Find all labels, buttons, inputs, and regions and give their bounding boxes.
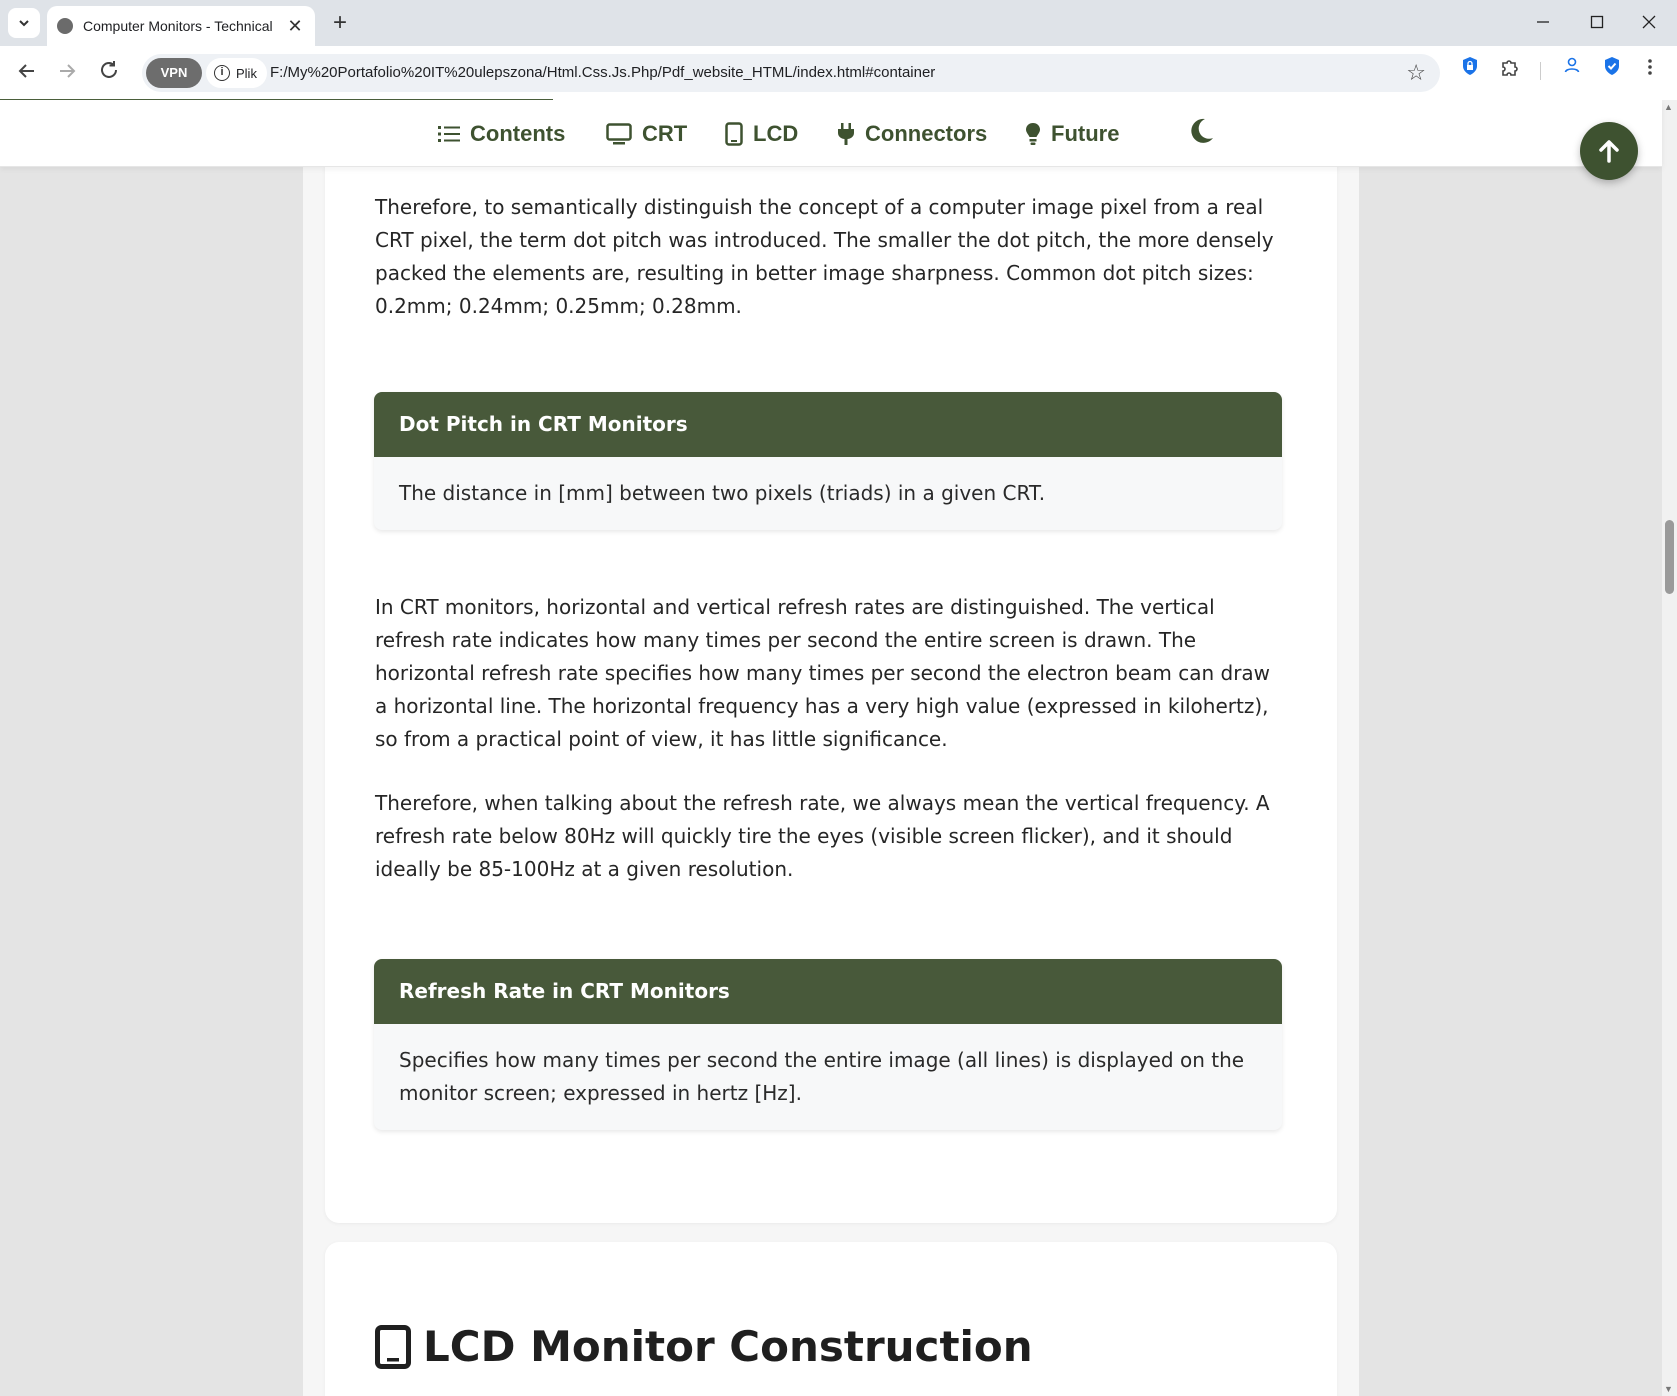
info-icon: i (214, 65, 230, 81)
definition-body: The distance in [mm] between two pixels … (399, 481, 1046, 505)
maximize-icon (1590, 15, 1604, 29)
refresh-rate-paragraph: In CRT monitors, horizontal and vertical… (375, 595, 1271, 751)
vertical-frequency-paragraph: Therefore, when talking about the refres… (375, 791, 1270, 881)
tab-title: Computer Monitors - Technical Ov (83, 18, 278, 34)
desktop-icon (606, 123, 632, 145)
toolbar-divider (1540, 62, 1541, 80)
vpn-chip[interactable]: VPN (146, 58, 202, 88)
page-viewport: Contents CRT LCD Connectors Future There… (0, 100, 1677, 1396)
reload-icon (101, 61, 117, 78)
definition-body: Specifies how many times per second the … (399, 1048, 1245, 1105)
nav-crt-label: CRT (642, 121, 688, 146)
arrow-right-icon (60, 64, 76, 78)
scrollbar[interactable]: ▲ ▼ (1662, 100, 1677, 1396)
tab-search-button[interactable] (8, 8, 40, 38)
scrollbar-thumb[interactable] (1665, 520, 1674, 594)
nav-contents[interactable]: Contents (438, 120, 565, 148)
crt-section-card: Therefore, to semantically distinguish t… (325, 147, 1337, 1223)
browser-menu-icon[interactable] (1636, 56, 1664, 84)
browser-toolbar: VPN i Plik F:/My%20Portafolio%20IT%20ule… (0, 46, 1677, 100)
puzzle-icon (1502, 60, 1518, 76)
list-icon (438, 124, 460, 144)
chevron-down-icon (19, 20, 29, 27)
minimize-button[interactable] (1528, 10, 1558, 36)
close-window-button[interactable] (1634, 10, 1664, 36)
tablet-icon (375, 1324, 411, 1369)
shield-check-icon (1605, 57, 1619, 75)
shield-lock-icon (1463, 57, 1477, 75)
back-button[interactable] (12, 59, 42, 89)
maximize-button[interactable] (1582, 10, 1612, 36)
moon-icon (1191, 118, 1213, 143)
close-tab-icon[interactable]: ✕ (285, 16, 305, 37)
kebab-menu-icon (1648, 59, 1652, 75)
new-tab-button[interactable]: + (326, 9, 354, 37)
minimize-icon (1537, 21, 1549, 23)
nav-future-label: Future (1051, 121, 1120, 146)
lcd-section-title: LCD Monitor Construction (423, 1322, 1033, 1371)
lightbulb-icon (1025, 122, 1041, 146)
plug-icon (837, 122, 855, 146)
back-to-top-button[interactable] (1580, 122, 1638, 180)
forward-button[interactable] (52, 59, 82, 89)
arrow-up-icon (1599, 140, 1619, 163)
nav-future[interactable]: Future (1025, 120, 1119, 148)
nav-lcd[interactable]: LCD (725, 120, 798, 148)
nav-lcd-label: LCD (753, 121, 799, 146)
address-bar[interactable]: VPN i Plik F:/My%20Portafolio%20IT%20ule… (142, 54, 1440, 92)
profile-avatar[interactable] (1558, 56, 1586, 84)
lcd-section-card: LCD Monitor Construction (325, 1242, 1337, 1396)
globe-icon (57, 18, 73, 34)
person-icon (1564, 57, 1580, 73)
close-icon (1642, 15, 1656, 29)
definition-title: Refresh Rate in CRT Monitors (374, 959, 1282, 1024)
dot-pitch-paragraph: Therefore, to semantically distinguish t… (375, 195, 1274, 318)
scroll-down-icon[interactable]: ▼ (1664, 1384, 1673, 1394)
site-navbar: Contents CRT LCD Connectors Future (0, 100, 1662, 167)
security-extension-icon[interactable] (1598, 56, 1626, 84)
scroll-up-icon[interactable]: ▲ (1664, 102, 1673, 112)
main-content-column: Therefore, to semantically distinguish t… (303, 147, 1359, 1396)
lcd-section-heading: LCD Monitor Construction (375, 1322, 1033, 1371)
definition-box-refresh-rate: Refresh Rate in CRT Monitors Specifies h… (374, 959, 1282, 1130)
password-manager-icon[interactable] (1456, 56, 1484, 84)
nav-connectors[interactable]: Connectors (837, 120, 987, 148)
theme-toggle-button[interactable] (1186, 116, 1216, 146)
arrow-left-icon (18, 64, 34, 78)
definition-title: Dot Pitch in CRT Monitors (374, 392, 1282, 457)
site-info-label: Plik (236, 65, 257, 81)
title-bar: Computer Monitors - Technical Ov ✕ + (0, 0, 1677, 46)
bookmark-star-icon[interactable]: ☆ (1406, 60, 1426, 86)
nav-contents-label: Contents (470, 121, 566, 146)
url-text[interactable]: F:/My%20Portafolio%20IT%20ulepszona/Html… (270, 64, 935, 81)
site-info-button[interactable]: i Plik (206, 58, 267, 88)
nav-connectors-label: Connectors (865, 121, 988, 146)
extensions-icon[interactable] (1496, 56, 1524, 84)
reload-button[interactable] (94, 59, 124, 89)
tablet-icon (725, 122, 743, 146)
browser-tab[interactable]: Computer Monitors - Technical Ov ✕ (47, 6, 315, 46)
nav-crt[interactable]: CRT (606, 120, 687, 148)
definition-box-dot-pitch: Dot Pitch in CRT Monitors The distance i… (374, 392, 1282, 530)
